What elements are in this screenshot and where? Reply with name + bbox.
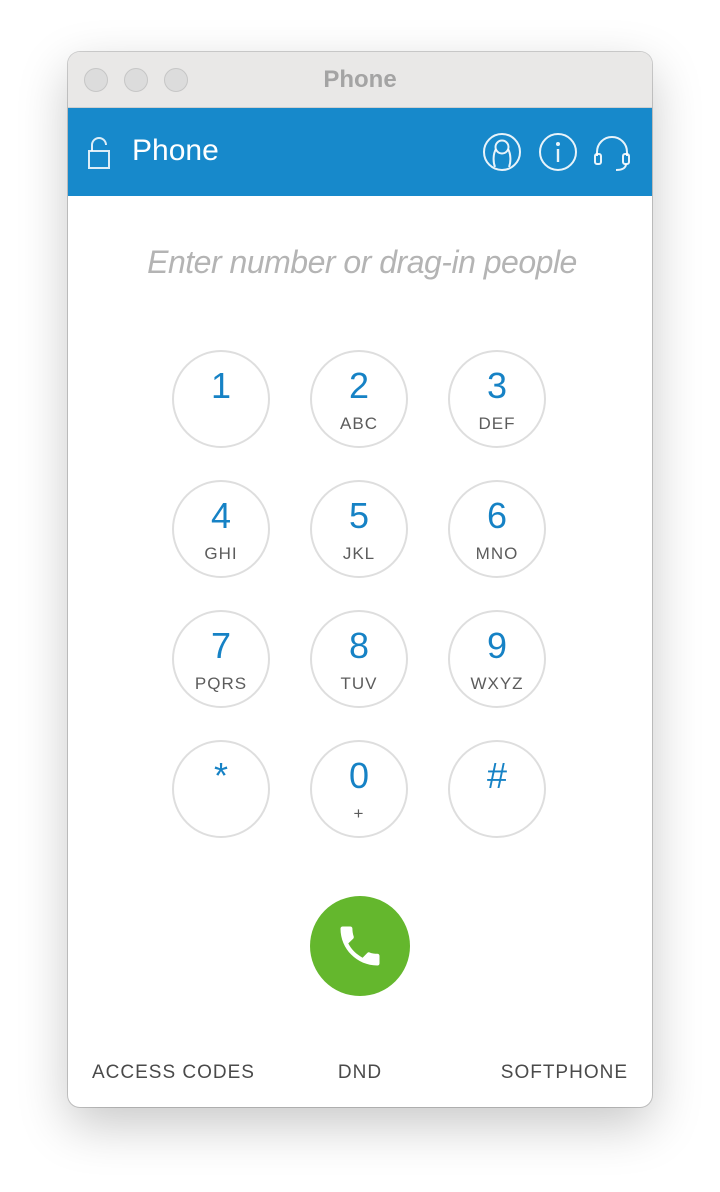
key-9[interactable]: 9 WXYZ	[448, 610, 546, 708]
headset-icon[interactable]	[592, 132, 632, 172]
key-5[interactable]: 5 JKL	[310, 480, 408, 578]
app-header: Phone	[68, 108, 652, 196]
key-0[interactable]: 0 +	[310, 740, 408, 838]
key-star[interactable]: *	[172, 740, 270, 838]
key-letters: TUV	[340, 674, 378, 693]
key-4[interactable]: 4 GHI	[172, 480, 270, 578]
key-digit: 8	[348, 625, 370, 666]
key-letters: GHI	[204, 544, 238, 563]
key-letters: JKL	[342, 544, 376, 563]
key-3[interactable]: 3 DEF	[448, 350, 546, 448]
page-title: Phone	[132, 134, 219, 167]
window-title: Phone	[323, 66, 397, 93]
lock-icon[interactable]	[86, 136, 112, 170]
key-digit: 2	[348, 365, 370, 406]
key-letters: MNO	[475, 544, 519, 563]
key-hash[interactable]: #	[448, 740, 546, 838]
key-digit: 0	[348, 755, 370, 796]
call-button[interactable]	[310, 896, 410, 996]
key-digit: 5	[348, 495, 370, 536]
softphone-link[interactable]: SOFTPHONE	[501, 1062, 628, 1084]
key-digit: 4	[210, 495, 232, 536]
key-letters: ABC	[340, 414, 378, 433]
title-bar: Phone	[68, 52, 652, 108]
key-8[interactable]: 8 TUV	[310, 610, 408, 708]
key-digit: 7	[210, 625, 232, 666]
phone-handset-icon	[340, 926, 380, 966]
key-digit: 9	[486, 625, 508, 666]
key-digit: #	[486, 755, 508, 796]
phone-window: Phone Phone 1 2 ABC	[68, 52, 652, 1107]
contacts-icon[interactable]	[482, 132, 522, 172]
key-letters: +	[353, 804, 365, 823]
key-letters: PQRS	[194, 674, 248, 693]
key-digit: 3	[486, 365, 508, 406]
key-digit: *	[213, 755, 228, 796]
key-letters: DEF	[478, 414, 516, 433]
key-letters: WXYZ	[470, 674, 524, 693]
key-7[interactable]: 7 PQRS	[172, 610, 270, 708]
key-1[interactable]: 1	[172, 350, 270, 448]
key-digit: 1	[210, 365, 232, 406]
key-2[interactable]: 2 ABC	[310, 350, 408, 448]
key-digit: 6	[486, 495, 508, 536]
key-6[interactable]: 6 MNO	[448, 480, 546, 578]
number-input[interactable]	[88, 236, 636, 288]
info-icon[interactable]	[538, 132, 578, 172]
